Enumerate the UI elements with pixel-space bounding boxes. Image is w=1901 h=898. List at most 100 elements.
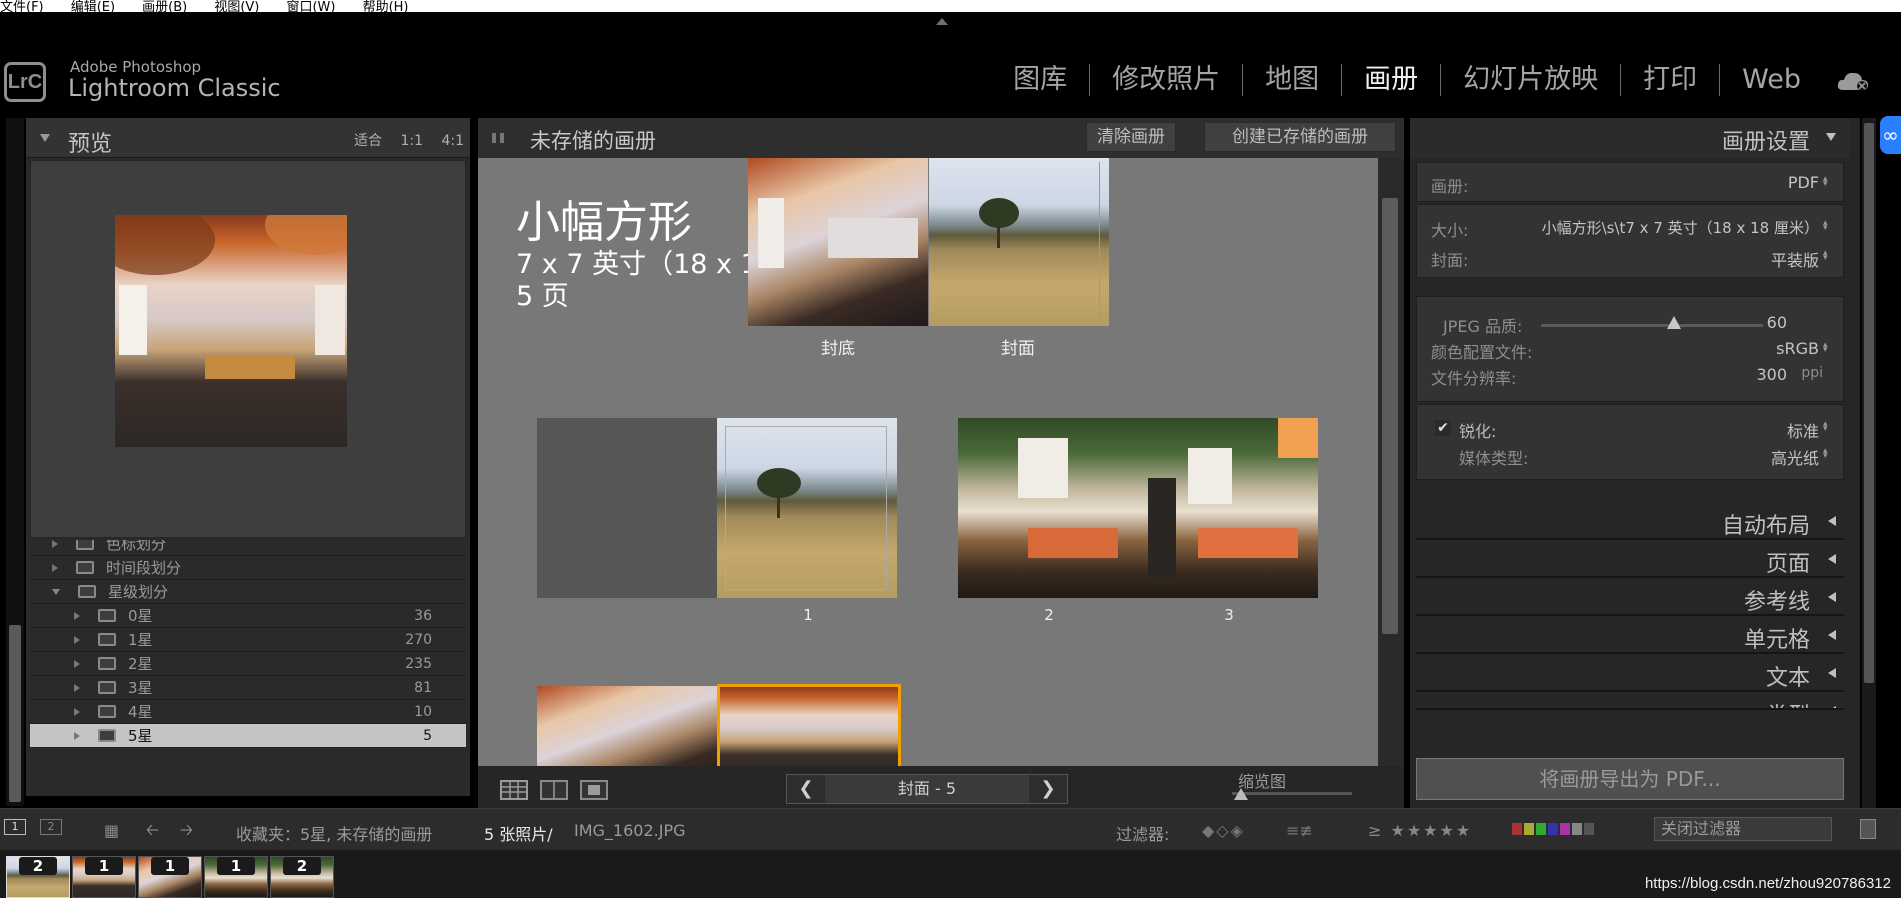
menu-view[interactable]: 视图(V) bbox=[214, 1, 259, 12]
module-develop[interactable]: 修改照片 bbox=[1090, 64, 1244, 96]
menu-file[interactable]: 文件(F) bbox=[0, 1, 44, 12]
second-window-button[interactable]: 2 bbox=[40, 819, 62, 835]
collection-row[interactable]: 0星 36 bbox=[30, 604, 466, 628]
menu-book[interactable]: 画册(B) bbox=[142, 1, 187, 12]
side-float-icon[interactable]: ∞ bbox=[1880, 116, 1901, 154]
collapsed-triangle-icon[interactable] bbox=[74, 731, 80, 740]
resolution-value[interactable]: 300 bbox=[1756, 365, 1787, 384]
module-book[interactable]: 画册 bbox=[1342, 64, 1442, 96]
multi-page-view-icon[interactable] bbox=[500, 780, 528, 800]
collapsed-triangle-icon[interactable] bbox=[74, 659, 80, 668]
collection-row[interactable]: 5星 5 bbox=[30, 724, 466, 748]
rating-filter-icon[interactable]: ≥ ★★★★★ bbox=[1368, 821, 1472, 840]
back-cover-photo[interactable] bbox=[748, 158, 928, 326]
grid-view-icon[interactable]: ▦ bbox=[104, 821, 119, 840]
expand-triangle-icon[interactable] bbox=[1828, 630, 1836, 640]
book-canvas[interactable]: 小幅方形 7 x 7 英寸（18 x 18 厘米） 5 页 封底 封面 1 2 … bbox=[478, 158, 1378, 766]
collection-row[interactable]: 星级划分 bbox=[30, 580, 466, 604]
left-scroll-thumb[interactable] bbox=[9, 625, 21, 802]
panel-section-header[interactable]: 文本 bbox=[1416, 654, 1844, 692]
filmstrip-thumb[interactable]: 1 bbox=[138, 856, 202, 898]
create-saved-book-button[interactable]: 创建已存储的画册 bbox=[1204, 122, 1396, 152]
media-type-select[interactable]: 高光纸 bbox=[1771, 445, 1819, 469]
left-panel-scrollbar[interactable] bbox=[6, 118, 24, 806]
filename-label[interactable]: IMG_1602.JPG bbox=[574, 821, 686, 840]
panel-section-header[interactable]: 单元格 bbox=[1416, 616, 1844, 654]
expand-triangle-icon[interactable] bbox=[1828, 516, 1836, 526]
expand-triangle-icon[interactable] bbox=[1828, 668, 1836, 678]
collapse-triangle-icon[interactable] bbox=[40, 134, 50, 142]
right-scroll-thumb[interactable] bbox=[1864, 123, 1874, 683]
canvas-scroll-thumb[interactable] bbox=[1382, 198, 1398, 634]
prev-page-icon[interactable]: ❮ bbox=[787, 775, 825, 803]
blank-left-page[interactable] bbox=[537, 418, 717, 598]
collection-row[interactable]: 1星 270 bbox=[30, 628, 466, 652]
jpeg-quality-slider[interactable] bbox=[1541, 324, 1763, 327]
panel-section-header[interactable]: 类型 bbox=[1416, 692, 1844, 710]
page-5-photo-selected[interactable] bbox=[717, 684, 901, 766]
filmstrip-toggle-icon[interactable] bbox=[1860, 819, 1876, 839]
page-1-photo[interactable] bbox=[717, 418, 897, 598]
flag-filter-icon[interactable]: ◆◇◈ bbox=[1202, 821, 1245, 840]
zoom-1-1[interactable]: 1:1 bbox=[400, 133, 423, 149]
sharpen-select[interactable]: 标准 bbox=[1787, 418, 1819, 442]
menu-help[interactable]: 帮助(H) bbox=[363, 1, 409, 12]
stepper-icon[interactable]: ▴ ▾ bbox=[1823, 249, 1829, 263]
book-canvas-scrollbar[interactable] bbox=[1378, 158, 1404, 766]
module-map[interactable]: 地图 bbox=[1243, 64, 1343, 96]
collapsed-triangle-icon[interactable] bbox=[74, 683, 80, 692]
filmstrip-thumb[interactable]: 2 bbox=[6, 856, 70, 898]
collection-row[interactable]: 4星 10 bbox=[30, 700, 466, 724]
panel-section-header[interactable]: 页面 bbox=[1416, 540, 1844, 578]
jpeg-quality-knob[interactable] bbox=[1667, 316, 1682, 329]
filmstrip-thumb[interactable]: 1 bbox=[204, 856, 268, 898]
panel-section-header[interactable]: 参考线 bbox=[1416, 578, 1844, 616]
collection-row[interactable]: 2星 235 bbox=[30, 652, 466, 676]
cloud-sync-icon[interactable] bbox=[1837, 70, 1871, 92]
color-label-filter[interactable] bbox=[1512, 823, 1594, 835]
expand-triangle-icon[interactable] bbox=[1828, 592, 1836, 602]
stepper-icon[interactable]: ▴ ▾ bbox=[1823, 219, 1829, 233]
collapsed-triangle-icon[interactable] bbox=[74, 611, 80, 620]
single-page-view-icon[interactable] bbox=[580, 780, 608, 800]
book-type-select[interactable]: PDF bbox=[1788, 173, 1819, 192]
zoom-4-1[interactable]: 4:1 bbox=[441, 133, 464, 149]
module-library[interactable]: 图库 bbox=[991, 64, 1091, 96]
front-cover-photo[interactable] bbox=[929, 158, 1109, 326]
stepper-icon[interactable]: ▴ ▾ bbox=[1823, 175, 1829, 189]
module-print[interactable]: 打印 bbox=[1621, 64, 1721, 96]
zoom-fit[interactable]: 适合 bbox=[354, 133, 382, 149]
thumbnail-slider-knob[interactable] bbox=[1234, 788, 1248, 800]
stepper-icon[interactable]: ▴ ▾ bbox=[1823, 341, 1829, 355]
filter-select[interactable]: 关闭过滤器 bbox=[1654, 817, 1832, 841]
collection-row[interactable]: 时间段划分 bbox=[30, 556, 466, 580]
clear-book-button[interactable]: 清除画册 bbox=[1086, 122, 1176, 152]
collection-row[interactable]: 3星 81 bbox=[30, 676, 466, 700]
preview-navigator[interactable] bbox=[30, 160, 466, 538]
color-profile-select[interactable]: sRGB bbox=[1776, 339, 1819, 358]
module-web[interactable]: Web bbox=[1720, 64, 1823, 96]
collapsed-triangle-icon[interactable] bbox=[52, 540, 58, 548]
preview-panel-header[interactable]: 预览 适合 1:1 4:1 bbox=[26, 118, 470, 158]
cover-select[interactable]: 平装版 bbox=[1771, 247, 1819, 271]
page-2-photo[interactable] bbox=[958, 418, 1138, 598]
filmstrip-thumb[interactable]: 1 bbox=[72, 856, 136, 898]
size-select[interactable]: 小幅方形\s\t7 x 7 英寸（18 x 18 厘米） bbox=[1542, 217, 1819, 238]
page-3-photo[interactable] bbox=[1138, 418, 1318, 598]
expanded-triangle-icon[interactable] bbox=[52, 588, 60, 595]
stepper-icon[interactable]: ▴ ▾ bbox=[1823, 447, 1829, 461]
jpeg-quality-value[interactable]: 60 bbox=[1767, 313, 1787, 332]
forward-arrow-icon[interactable]: 🡢 bbox=[180, 819, 193, 846]
sharpen-checkbox[interactable]: ✔ bbox=[1435, 420, 1451, 436]
thumbnail-size-slider[interactable] bbox=[1232, 792, 1352, 795]
spread-view-icon[interactable] bbox=[540, 780, 568, 800]
stepper-icon[interactable]: ▴ ▾ bbox=[1823, 420, 1829, 434]
book-settings-header[interactable]: 画册设置 bbox=[1410, 118, 1850, 158]
source-label[interactable]: 收藏夹：5星, 未存储的画册 bbox=[236, 821, 432, 845]
main-window-button[interactable]: 1 bbox=[4, 819, 26, 835]
menu-window[interactable]: 窗口(W) bbox=[286, 1, 335, 12]
expand-triangle-icon[interactable] bbox=[1828, 554, 1836, 564]
panel-section-header[interactable]: 自动布局 bbox=[1416, 502, 1844, 540]
page-4-photo[interactable] bbox=[537, 686, 717, 766]
collapsed-triangle-icon[interactable] bbox=[52, 563, 58, 572]
